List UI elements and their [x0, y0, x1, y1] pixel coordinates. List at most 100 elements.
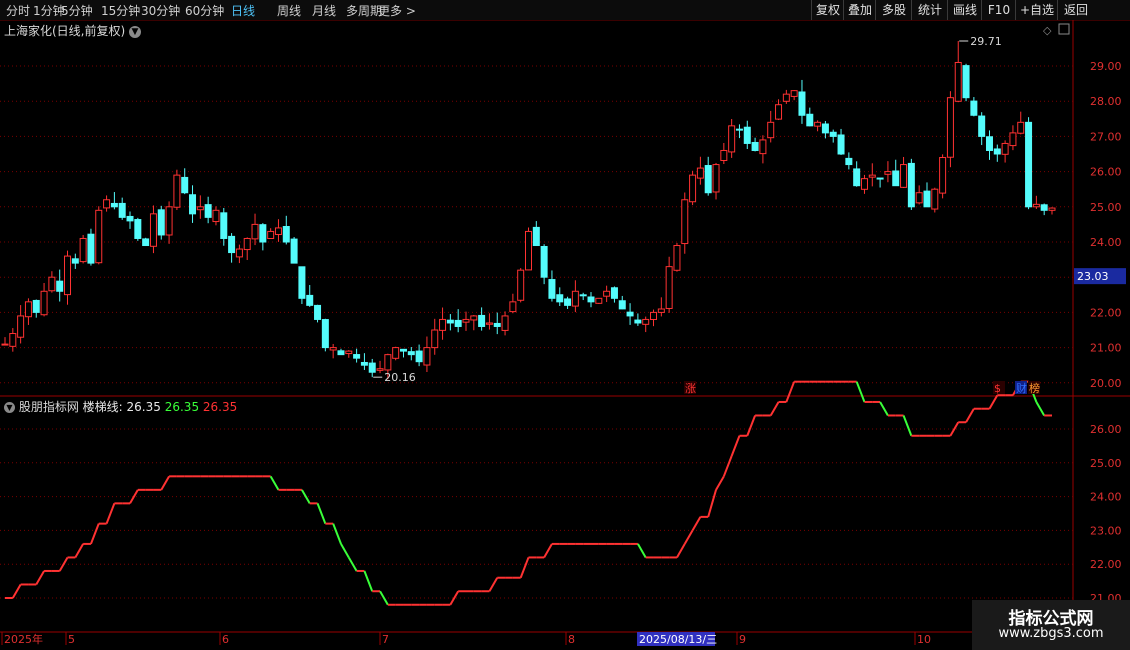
candle-body — [306, 294, 314, 306]
candle-body — [314, 304, 322, 320]
event-marker-box[interactable] — [684, 381, 696, 394]
candle-body — [868, 174, 876, 178]
period-tab-2[interactable]: 5分钟 — [61, 2, 93, 19]
candle-body — [274, 227, 282, 235]
indicator-tick-label: 26.00 — [1090, 423, 1122, 436]
candle-body — [540, 245, 548, 278]
candle-body — [1017, 121, 1025, 134]
period-toolbar: 分时 1分钟 5分钟 15分钟 30分钟 60分钟 日线 周线 月线 多周期 更多 > 复权 叠加 多股统… — [0, 0, 1130, 21]
candle-body — [900, 164, 908, 188]
toolbar-button-6[interactable]: +自选 — [1015, 0, 1058, 20]
toolbar-button-5[interactable]: F10 — [981, 0, 1016, 20]
stair-line-segment — [332, 523, 342, 545]
candle-body — [48, 276, 56, 292]
period-tab-9[interactable]: 多周期 — [346, 2, 382, 19]
candle-body — [720, 149, 728, 161]
toolbar-button-1[interactable]: 叠加 — [843, 0, 876, 20]
candle-body — [56, 280, 64, 292]
diamond-icon[interactable]: ◇ — [1043, 24, 1052, 37]
candle-body — [564, 298, 572, 306]
indicator-tick-label: 25.00 — [1090, 457, 1122, 470]
time-label: 7 — [382, 633, 389, 646]
candle-body — [149, 213, 157, 247]
candle-body — [407, 351, 415, 356]
chart-markers: 20.16 29.71 涨 $ 财榜 ◇ — [373, 23, 1070, 395]
candle-body — [907, 162, 915, 208]
time-label: 8 — [568, 633, 575, 646]
period-tab-5[interactable]: 60分钟 — [185, 2, 224, 19]
toolbar-button-0[interactable]: 复权 — [811, 0, 844, 20]
candle-body — [40, 290, 48, 316]
stair-line-segment — [1035, 401, 1046, 416]
candle-body — [626, 311, 634, 317]
candle-body — [1040, 204, 1048, 211]
indicator-dropdown-icon[interactable]: ▼ — [4, 402, 15, 413]
event-marker-label[interactable]: $ — [994, 382, 1001, 395]
event-marker-label[interactable]: 财 — [1016, 381, 1027, 395]
period-tab-7[interactable]: 周线 — [277, 2, 301, 19]
stair-line-segment — [74, 543, 85, 558]
low-price-label: 20.16 — [384, 371, 416, 384]
candle-body — [548, 279, 556, 299]
candle-body — [1001, 142, 1009, 155]
candle-body — [782, 93, 790, 102]
candle-body — [439, 318, 447, 331]
candle-body — [1025, 121, 1033, 208]
stair-line-segment — [949, 421, 960, 437]
candle-body — [165, 206, 173, 236]
stair-line-segment — [58, 556, 69, 572]
event-marker-label[interactable]: 涨 — [685, 382, 696, 395]
stair-line-segment — [1027, 381, 1038, 403]
candle-body — [743, 126, 751, 144]
event-marker-box[interactable] — [1028, 381, 1040, 394]
candle-body — [634, 319, 642, 324]
candle-body — [228, 235, 236, 254]
stair-line-segment — [707, 489, 717, 518]
period-tab-3[interactable]: 15分钟 — [101, 2, 140, 19]
stair-line-segment — [316, 503, 327, 524]
candle-body — [235, 248, 243, 258]
period-tab-10[interactable]: 更多 > — [378, 2, 416, 19]
toolbar-button-7[interactable]: 返回 — [1057, 0, 1094, 20]
toolbar-button-2[interactable]: 多股 — [875, 0, 912, 20]
candle-body — [642, 318, 650, 325]
period-tab-8[interactable]: 月线 — [312, 2, 336, 19]
time-label: 10 — [917, 633, 931, 646]
candle-body — [775, 104, 783, 120]
period-tab-1[interactable]: 1分钟 — [33, 2, 65, 19]
event-marker-box[interactable] — [993, 381, 1005, 394]
period-tab-0[interactable]: 分时 — [6, 2, 30, 19]
indicator-tick-label: 23.00 — [1090, 524, 1122, 537]
candle-body — [376, 368, 384, 371]
stair-line-segment — [988, 394, 999, 410]
candle-body — [1, 343, 9, 346]
period-tab-6[interactable]: 日线 — [231, 2, 255, 19]
title-dropdown-icon[interactable]: ▼ — [129, 25, 142, 38]
price-tick-label: 27.00 — [1090, 130, 1122, 143]
stock-title[interactable]: 上海家化(日线,前复权) ▼ — [4, 22, 142, 39]
cursor-date-label: 2025/08/13/三 — [639, 633, 717, 646]
stair-line-segment — [746, 415, 757, 437]
indicator-title[interactable]: ▼ 股朋指标网 楼梯线: 26.35 26.35 26.35 — [4, 398, 237, 415]
stair-line-segment — [301, 489, 311, 504]
candle-body — [970, 100, 978, 116]
event-marker-box[interactable] — [1015, 381, 1027, 394]
candle-body — [728, 125, 736, 153]
candle-body — [853, 168, 861, 187]
toolbar-button-3[interactable]: 统计 — [911, 0, 948, 20]
stair-line-segment — [35, 570, 45, 585]
event-marker-label[interactable]: 榜 — [1029, 381, 1040, 395]
chart-area[interactable]: 29.00 28.00 27.00 26.00 25.00 24.00 23.00 22.00… — [0, 0, 1130, 650]
candle-body — [196, 206, 204, 211]
period-tab-4[interactable]: 30分钟 — [141, 2, 180, 19]
watermark-url: www.zbgs3.com — [998, 626, 1104, 641]
candle-body — [71, 258, 79, 264]
candle-body — [931, 188, 939, 210]
stair-line-series — [5, 380, 1052, 606]
price-tick-label: 26.00 — [1090, 166, 1122, 179]
panel-toggle-icon[interactable] — [1058, 23, 1070, 35]
stair-line-segment — [519, 557, 530, 579]
stair-line-segment — [965, 408, 975, 423]
toolbar-button-4[interactable]: 画线 — [947, 0, 982, 20]
candle-body — [1009, 132, 1017, 147]
